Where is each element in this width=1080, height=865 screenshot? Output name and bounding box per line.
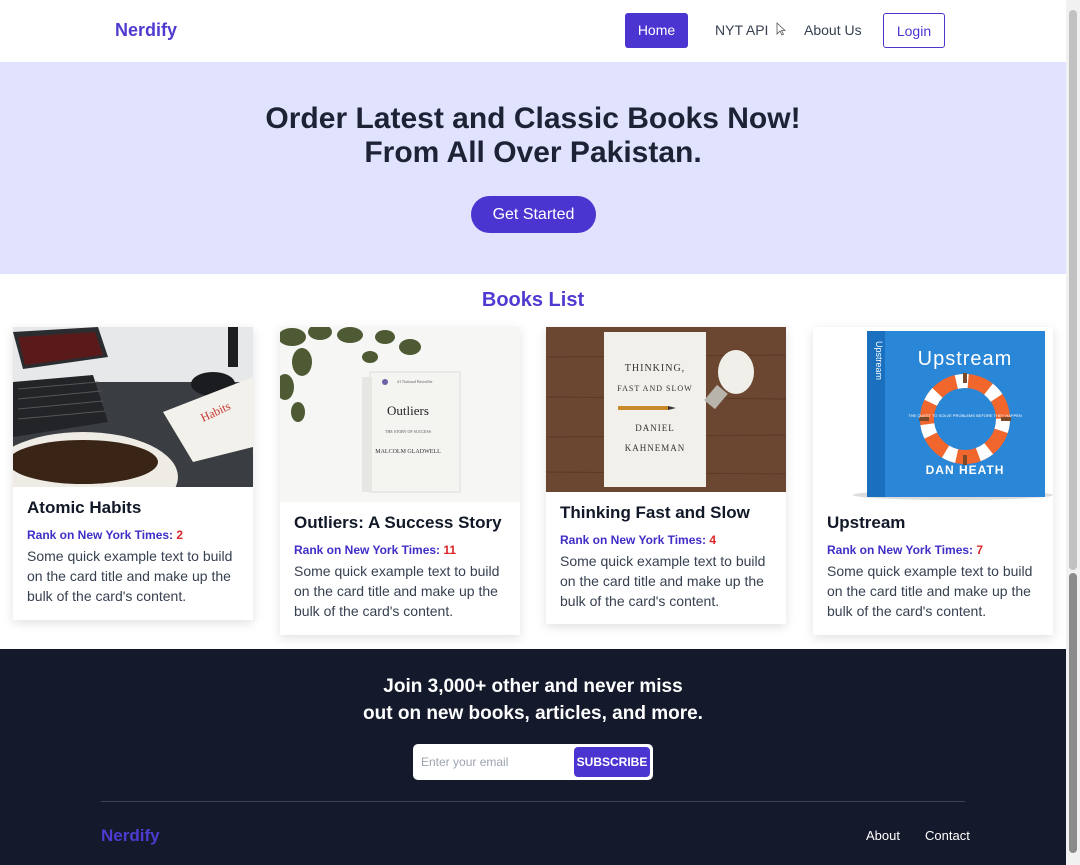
footer-brand-logo[interactable]: Nerdify [101,826,160,846]
rank-label: Rank on New York Times: [294,543,444,557]
book-title: Outliers: A Success Story [294,513,502,532]
cover-author-line-1: DANIEL [635,423,675,433]
cover-subtitle-text: THE STORY OF SUCCESS [385,429,431,434]
subscribe-button[interactable]: SUBSCRIBE [574,747,650,777]
newsletter-heading-line-2: out on new books, articles, and more. [363,703,703,724]
email-input[interactable] [421,751,571,773]
cover-author-text: MALCOLM GLADWELL [375,449,441,455]
nav-about-us-link[interactable]: About Us [792,13,874,48]
book-description: Some quick example text to build on the … [827,563,1033,619]
book-description: Some quick example text to build on the … [27,548,233,604]
cover-tagline-text: THE QUEST TO SOLVE PROBLEMS BEFORE THEY … [908,413,1022,418]
get-started-button[interactable]: Get Started [471,196,596,233]
mouse-cursor-icon [776,22,786,36]
rank-label: Rank on New York Times: [560,533,710,547]
cover-title-line-2: FAST AND SLOW [617,384,692,393]
book-card[interactable]: Upstream Upstream THE QUEST TO SOLVE PRO… [813,327,1053,635]
book-rank: Rank on New York Times: 7 [827,543,1039,557]
rank-number: 7 [976,543,984,557]
scrollbar-track-upper [1069,10,1077,570]
book-cover-image: #1 National Bestseller Outliers THE STOR… [280,327,520,502]
book-title: Upstream [827,513,906,532]
rank-number: 2 [176,528,184,542]
book-description: Some quick example text to build on the … [560,553,766,609]
rank-label: Rank on New York Times: [827,543,977,557]
footer: Join 3,000+ other and never miss out on … [0,649,1066,865]
cover-spine-text: Upstream [874,341,884,380]
hero-title-line-1: Order Latest and Classic Books Now! [265,102,801,135]
book-rank: Rank on New York Times: 2 [27,528,239,542]
nav-home-button[interactable]: Home [625,13,688,48]
cover-title-text: Upstream [918,348,1013,370]
book-card[interactable]: #1 National Bestseller Outliers THE STOR… [280,327,520,635]
brand-logo[interactable]: Nerdify [115,20,177,41]
page-scrollbar[interactable] [1066,0,1080,865]
book-rank: Rank on New York Times: 11 [294,543,506,557]
book-cover-image: Habits [13,327,253,487]
footer-about-link[interactable]: About [866,828,900,843]
cover-author-line-2: KAHNEMAN [625,443,686,453]
hero-title: Order Latest and Classic Books Now! From… [0,102,1066,170]
cover-small-text: #1 National Bestseller [397,379,433,384]
rank-number: 4 [709,533,717,547]
cover-author-text: DAN HEATH [926,463,1005,477]
books-list-heading: Books List [481,289,585,311]
footer-contact-link[interactable]: Contact [925,828,970,843]
book-title: Atomic Habits [27,498,142,517]
hero-section: Order Latest and Classic Books Now! From… [0,62,1066,274]
cover-title-text: Outliers [387,403,429,418]
book-cover-image: Upstream Upstream THE QUEST TO SOLVE PRO… [813,327,1053,502]
scrollbar-thumb[interactable] [1069,573,1077,853]
newsletter-heading-line-1: Join 3,000+ other and never miss [383,676,683,697]
book-card[interactable]: THINKING, FAST AND SLOW DANIEL KAHNEMAN … [546,327,786,624]
subscribe-form: SUBSCRIBE [413,744,653,780]
book-description: Some quick example text to build on the … [294,563,500,619]
hero-title-line-2: From All Over Pakistan. [364,136,702,169]
book-rank: Rank on New York Times: 4 [560,533,772,547]
navbar: Nerdify Home NYT API About Us Login [0,0,1066,62]
rank-number: 11 [443,543,457,557]
book-cover-image: THINKING, FAST AND SLOW DANIEL KAHNEMAN [546,327,786,492]
footer-divider [101,801,965,802]
rank-label: Rank on New York Times: [27,528,177,542]
newsletter-heading: Join 3,000+ other and never miss out on … [0,673,1066,727]
cover-title-line-1: THINKING, [625,363,685,374]
book-card[interactable]: Habits Atomic Habits Rank on New York Ti… [13,327,253,620]
login-button[interactable]: Login [883,13,945,48]
book-title: Thinking Fast and Slow [560,503,750,522]
nav-nyt-api-link[interactable]: NYT API [703,13,780,48]
